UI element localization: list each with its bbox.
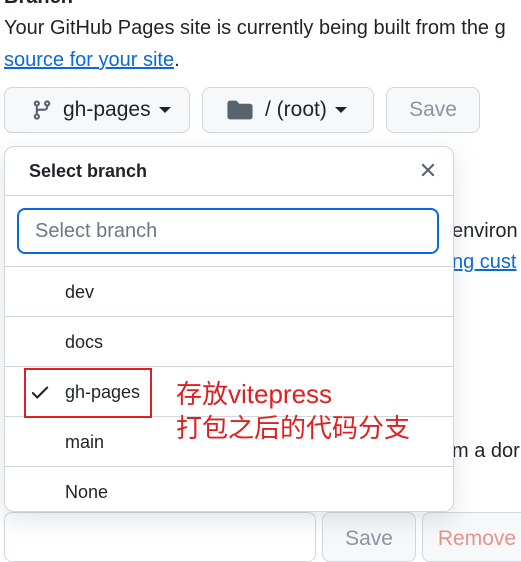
branch-dropdown: Select branch dev docs gh-pages main Non… bbox=[4, 146, 454, 512]
branch-item-none[interactable]: None bbox=[5, 467, 453, 511]
dropdown-header: Select branch bbox=[5, 147, 453, 196]
chevron-down-icon bbox=[158, 107, 171, 113]
branch-heading: Branch bbox=[4, 0, 73, 9]
annotation-text-line2: 打包之后的代码分支 bbox=[176, 413, 411, 443]
branch-item-label: None bbox=[65, 482, 109, 502]
annotation-text-line1: 存放vitepress bbox=[176, 379, 333, 409]
branch-item-label: dev bbox=[65, 282, 95, 302]
branch-item-docs[interactable]: docs bbox=[5, 317, 453, 367]
description-text: Your GitHub Pages site is currently bein… bbox=[4, 17, 506, 39]
branch-filter-input[interactable] bbox=[17, 208, 439, 254]
folder-select-button[interactable]: / (root) bbox=[202, 87, 374, 133]
background-partial-text: environ bbox=[452, 220, 518, 242]
pages-source-description: Your GitHub Pages site is currently bein… bbox=[4, 12, 506, 76]
description-period: . bbox=[174, 49, 180, 71]
filter-section bbox=[5, 196, 453, 267]
custom-domain-input[interactable] bbox=[4, 512, 316, 562]
background-partial-text: m a dor bbox=[452, 440, 520, 462]
annotation-highlight-box bbox=[24, 368, 152, 418]
branch-select-label: gh-pages bbox=[63, 98, 151, 121]
source-link[interactable]: source for your site bbox=[4, 49, 174, 71]
git-branch-icon bbox=[33, 100, 51, 120]
background-partial-link[interactable]: ng cust bbox=[452, 251, 516, 274]
branch-item-label: main bbox=[65, 432, 105, 452]
branch-select-button[interactable]: gh-pages bbox=[4, 87, 190, 133]
save-button[interactable]: Save bbox=[386, 87, 480, 133]
remove-button[interactable]: Remove bbox=[422, 512, 521, 562]
branch-item-label: docs bbox=[65, 332, 104, 352]
folder-icon bbox=[227, 100, 253, 120]
bottom-save-button[interactable]: Save bbox=[322, 512, 416, 562]
folder-select-label: / (root) bbox=[265, 98, 327, 121]
dropdown-title: Select branch bbox=[29, 161, 148, 181]
branch-item-dev[interactable]: dev bbox=[5, 267, 453, 317]
chevron-down-icon bbox=[334, 107, 347, 113]
close-icon[interactable] bbox=[417, 159, 439, 181]
